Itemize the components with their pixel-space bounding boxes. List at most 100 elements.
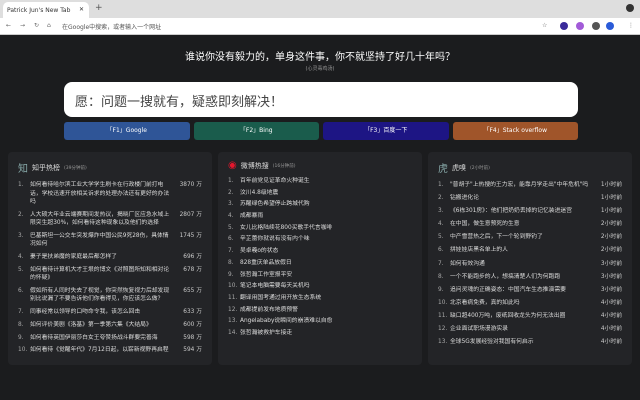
item-meta: 678 万 bbox=[170, 266, 202, 283]
list-item[interactable]: 5.女儿比格陆续花800买歌手代言咖啡 bbox=[228, 224, 412, 233]
menu-icon[interactable]: ⋮ bbox=[628, 22, 634, 29]
item-title[interactable]: 苏醒绿色希望停止跨城代购 bbox=[240, 200, 412, 209]
list-item[interactable]: 11.缺口超400万吨，废纸回收龙头为何无法出圈4小时前 bbox=[438, 312, 622, 321]
item-title[interactable]: 张哲瀚工作室报平安 bbox=[240, 271, 412, 280]
extension-icon[interactable] bbox=[576, 22, 584, 30]
item-title[interactable]: 假如所有人同时失去了视觉，你突然恢复视力后却发现别比说漏了不要告诉他们你看得见，… bbox=[30, 287, 170, 304]
rank: 2. bbox=[438, 194, 450, 203]
list-item[interactable]: 8.一个不能跑步的人，想搞清楚人们为何跑跑3小时前 bbox=[438, 273, 622, 282]
list-item[interactable]: 10.如何看待《觉醒年代》7月12日起，以崭新视野再启程594 万 bbox=[18, 346, 202, 355]
list-item[interactable]: 4.妻子是扶弟魔的家庭最后都怎样了696 万 bbox=[18, 253, 202, 262]
item-title[interactable]: 一个不能跑步的人，想搞清楚人们为何跑跑 bbox=[450, 273, 590, 282]
item-title[interactable]: 企业面试职场漫游实录 bbox=[450, 325, 590, 334]
forward-icon[interactable]: → bbox=[20, 22, 25, 29]
rank: 4. bbox=[228, 212, 240, 221]
item-title[interactable]: Angelababy说瞬间的崩溃难以自愈 bbox=[240, 317, 412, 326]
item-title[interactable]: 如何看待计算机大才王垠的博文《对照图所知和相对论的怀疑》 bbox=[30, 266, 170, 283]
item-title[interactable]: 如何有效沟通 bbox=[450, 260, 590, 269]
back-icon[interactable]: ← bbox=[6, 22, 11, 29]
list-item[interactable]: 8.828重庆单品放假日 bbox=[228, 259, 412, 268]
list-item[interactable]: 12.成都提前发布地质预警 bbox=[228, 306, 412, 315]
item-title[interactable]: 张哲瀚被救护车接走 bbox=[240, 329, 412, 338]
item-title[interactable]: 同事经常以领导的口吻命令我，该怎么回击 bbox=[30, 308, 170, 317]
item-title[interactable]: 辛芷蕾你就说有没有内个味 bbox=[240, 235, 412, 244]
item-title[interactable]: 如何看待英国伊丽莎白女王夸赞扬战斗群要完善海 bbox=[30, 334, 170, 343]
browser-tab[interactable]: Patrick Jun's New Tab✕ bbox=[3, 2, 89, 18]
rank: 13. bbox=[228, 317, 240, 326]
item-title[interactable]: 成都暴雨 bbox=[240, 212, 412, 221]
item-title[interactable]: 追问灵魂的正确姿态：中国汽车生态推演需要 bbox=[450, 286, 590, 295]
list-item[interactable]: 7.同事经常以领导的口吻命令我，该怎么回击633 万 bbox=[18, 308, 202, 317]
list-item[interactable]: 6.拼娃娃店黑名单上的人2小时前 bbox=[438, 246, 622, 255]
baidu-search-button[interactable]: 「F3」百度一下 bbox=[323, 122, 449, 140]
item-title[interactable]: 北京看病免费，真的如此吗 bbox=[450, 299, 590, 308]
item-title[interactable]: 百年前党见证革命火种诞生 bbox=[240, 177, 412, 186]
bing-search-button[interactable]: 「F2」Bing bbox=[194, 122, 320, 140]
item-title[interactable]: "普胡子"上热搜的王力宏，能靠月学走出"中年危机"吗 bbox=[450, 181, 590, 190]
item-title[interactable]: 成都提前发布地质预警 bbox=[240, 306, 412, 315]
browser-account-icon[interactable] bbox=[626, 4, 634, 12]
extension-icon[interactable] bbox=[560, 22, 568, 30]
list-item[interactable]: 9.如何看待英国伊丽莎白女王夸赞扬战斗群要完善海598 万 bbox=[18, 334, 202, 343]
item-title[interactable]: 中产雪营热之后，下一个轮到野钓了 bbox=[450, 233, 590, 242]
item-title[interactable]: 女儿比格陆续花800买歌手代言咖啡 bbox=[240, 224, 412, 233]
item-title[interactable]: 如何看待《觉醒年代》7月12日起，以崭新视野再启程 bbox=[30, 346, 170, 355]
bookmark-star-icon[interactable]: ☆ bbox=[542, 22, 547, 29]
item-meta: 1小时前 bbox=[590, 181, 622, 190]
list-item[interactable]: 10.笔记本电脑需要每天关机吗 bbox=[228, 282, 412, 291]
item-title[interactable]: 汶川4.8级地震 bbox=[240, 189, 412, 198]
item-title[interactable]: 如何评价美剧《洛基》第一季第六集《大结局》 bbox=[30, 321, 170, 330]
list-item[interactable]: 2.钻搬进化论1小时前 bbox=[438, 194, 622, 203]
new-tab-icon[interactable]: + bbox=[95, 3, 103, 13]
item-title[interactable]: 翻译用国考通过用开放生态系统 bbox=[240, 294, 412, 303]
list-item[interactable]: 1.百年前党见证革命火种诞生 bbox=[228, 177, 412, 186]
list-item[interactable]: 3.巴基斯坦一公交车突发爆炸中国公民9死28伤，具体情况如何1745 万 bbox=[18, 232, 202, 249]
list-item[interactable]: 6.假如所有人同时失去了视觉，你突然恢复视力后却发现别比说漏了不要告诉他们你看得… bbox=[18, 287, 202, 304]
list-item[interactable]: 14.张哲瀚被救护车接走 bbox=[228, 329, 412, 338]
list-item[interactable]: 3.《6栋301房》：他们把奶奶丢掉的记忆装进迷宫1小时前 bbox=[438, 207, 622, 216]
list-item[interactable]: 9.张哲瀚工作室报平安 bbox=[228, 271, 412, 280]
list-item[interactable]: 13.Angelababy说瞬间的崩溃难以自愈 bbox=[228, 317, 412, 326]
item-title[interactable]: 妻子是扶弟魔的家庭最后都怎样了 bbox=[30, 253, 170, 262]
item-title[interactable]: 人大硕大年业云端赛期间发热议，揭晓厂区应急水域上限突生超30%，如何看待这种现象… bbox=[30, 211, 170, 228]
list-item[interactable]: 8.如何评价美剧《洛基》第一季第六集《大结局》600 万 bbox=[18, 321, 202, 330]
list-item[interactable]: 3.苏醒绿色希望停止跨城代购 bbox=[228, 200, 412, 209]
rank: 2. bbox=[228, 189, 240, 198]
item-title[interactable]: 巴基斯坦一公交车突发爆炸中国公民9死28伤，具体情况如何 bbox=[30, 232, 170, 249]
list-item[interactable]: 1.如何看待哈尔滨工业大学学生刷卡在行政楼门前打电话，学校迅速开放相关诉求的处理… bbox=[18, 181, 202, 207]
item-title[interactable]: 笔记本电脑需要每天关机吗 bbox=[240, 282, 412, 291]
list-item[interactable]: 5.如何看待计算机大才王垠的博文《对照图所知和相对论的怀疑》678 万 bbox=[18, 266, 202, 283]
google-search-button[interactable]: 「F1」Google bbox=[64, 122, 190, 140]
item-title[interactable]: 全球5G发展经验对我国有何启示 bbox=[450, 338, 590, 347]
item-title[interactable]: 拼娃娃店黑名单上的人 bbox=[450, 246, 590, 255]
stackoverflow-search-button[interactable]: 「F4」Stack overflow bbox=[453, 122, 579, 140]
list-item[interactable]: 4.成都暴雨 bbox=[228, 212, 412, 221]
item-title[interactable]: 如何看待哈尔滨工业大学学生刷卡在行政楼门前打电话，学校迅速开放相关诉求的处理办法… bbox=[30, 181, 170, 207]
home-icon[interactable]: ⌂ bbox=[47, 22, 51, 29]
profile-avatar[interactable] bbox=[606, 22, 614, 30]
list-item[interactable]: 7.如何有效沟通3小时前 bbox=[438, 260, 622, 269]
list-item[interactable]: 6.辛芷蕾你就说有没有内个味 bbox=[228, 235, 412, 244]
item-title[interactable]: 缺口超400万吨，废纸回收龙头为何无法出圈 bbox=[450, 312, 590, 321]
list-item[interactable]: 10.北京看病免费，真的如此吗4小时前 bbox=[438, 299, 622, 308]
list-item[interactable]: 2.汶川4.8级地震 bbox=[228, 189, 412, 198]
extensions-puzzle-icon[interactable] bbox=[592, 22, 600, 30]
list-item[interactable]: 1."普胡子"上热搜的王力宏，能靠月学走出"中年危机"吗1小时前 bbox=[438, 181, 622, 190]
close-tab-icon[interactable]: ✕ bbox=[79, 6, 84, 13]
item-title[interactable]: 828重庆单品放假日 bbox=[240, 259, 412, 268]
item-title[interactable]: 吴卓羲o的状态 bbox=[240, 247, 412, 256]
list-item[interactable]: 2.人大硕大年业云端赛期间发热议，揭晓厂区应急水域上限突生超30%，如何看待这种… bbox=[18, 211, 202, 228]
list-item[interactable]: 11.翻译用国考通过用开放生态系统 bbox=[228, 294, 412, 303]
list-item[interactable]: 7.吴卓羲o的状态 bbox=[228, 247, 412, 256]
item-title[interactable]: 钻搬进化论 bbox=[450, 194, 590, 203]
item-title[interactable]: 在中国，做生意预死的生意 bbox=[450, 220, 590, 229]
item-title[interactable]: 《6栋301房》：他们把奶奶丢掉的记忆装进迷宫 bbox=[450, 207, 590, 216]
search-input[interactable]: 愿：问题一搜就有，疑惑即刻解决！ bbox=[64, 82, 578, 117]
list-item[interactable]: 4.在中国，做生意预死的生意2小时前 bbox=[438, 220, 622, 229]
list-item[interactable]: 13.全球5G发展经验对我国有何启示4小时前 bbox=[438, 338, 622, 347]
address-input[interactable]: 在Google中搜索，或者输入一个网址 bbox=[62, 22, 161, 31]
list-item[interactable]: 9.追问灵魂的正确姿态：中国汽车生态推演需要3小时前 bbox=[438, 286, 622, 295]
list-item[interactable]: 5.中产雪营热之后，下一个轮到野钓了2小时前 bbox=[438, 233, 622, 242]
list-item[interactable]: 12.企业面试职场漫游实录4小时前 bbox=[438, 325, 622, 334]
reload-icon[interactable]: ↻ bbox=[34, 22, 39, 29]
